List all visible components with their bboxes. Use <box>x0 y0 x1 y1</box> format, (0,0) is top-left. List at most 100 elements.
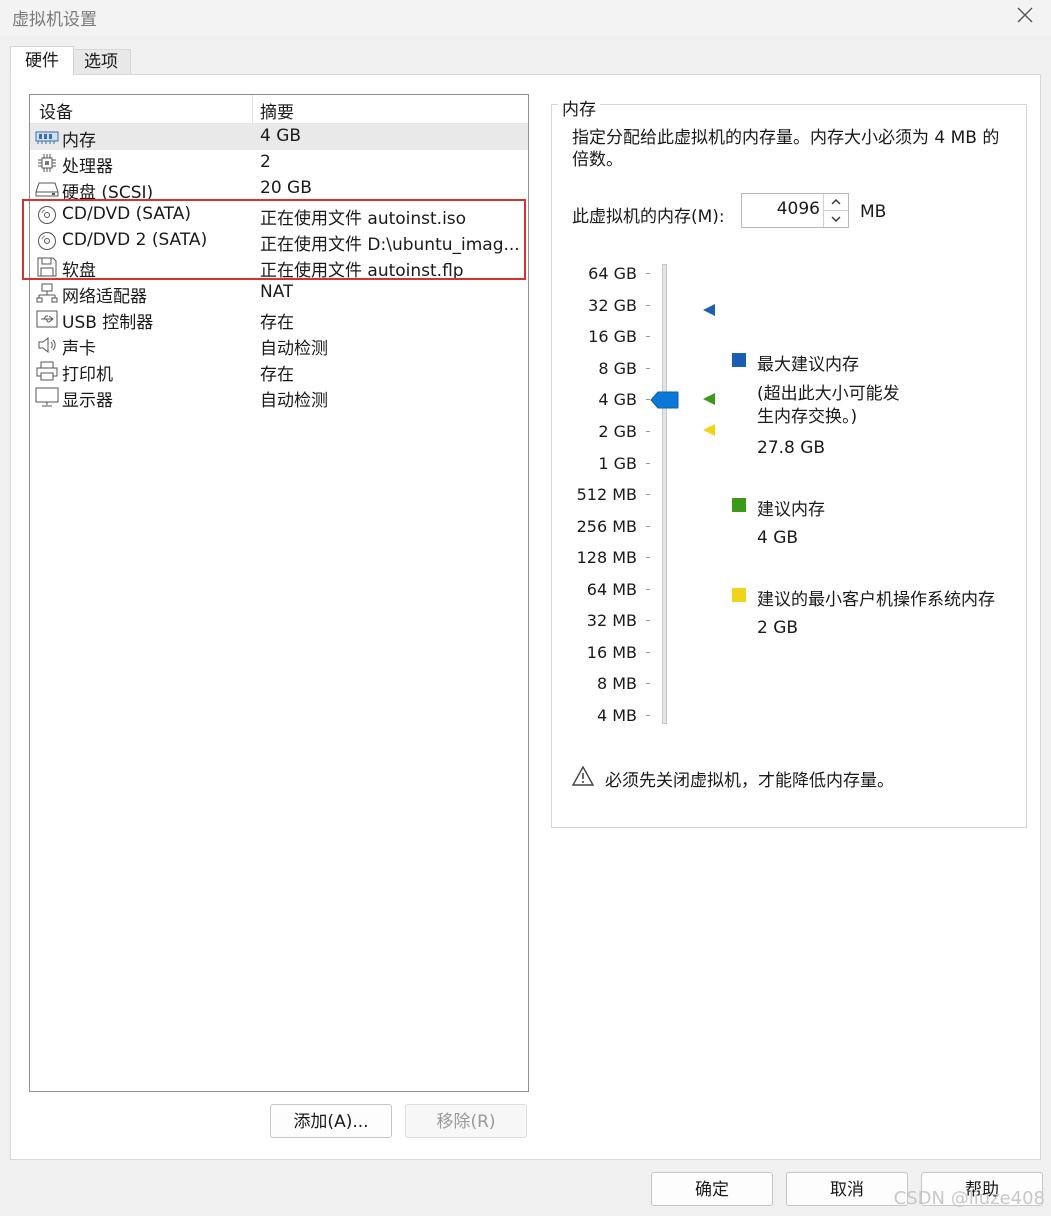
memory-value[interactable]: 4096 <box>777 199 820 219</box>
device-row-network-adapter[interactable]: 网络适配器 NAT <box>30 280 528 307</box>
legend-recommended-value: 4 GB <box>757 528 799 548</box>
scale-tick <box>646 652 650 653</box>
device-name: 显示器 <box>62 391 113 411</box>
scale-tick <box>646 431 650 432</box>
scale-label: 1 GB <box>598 454 637 473</box>
scale-tick <box>646 589 650 590</box>
warning-icon <box>571 765 595 791</box>
device-row-cd-dvd[interactable]: CD/DVD (SATA) 正在使用文件 autoinst.iso <box>30 202 528 229</box>
scale-label: 32 GB <box>588 296 637 315</box>
close-button[interactable] <box>1005 0 1045 30</box>
close-icon <box>1017 7 1033 23</box>
scale-tick <box>646 305 650 306</box>
memory-slider-thumb[interactable] <box>650 391 680 414</box>
device-row-hard-disk[interactable]: 硬盘 (SCSI) 20 GB <box>30 176 528 203</box>
device-summary: 存在 <box>260 313 294 333</box>
device-row-display[interactable]: 显示器 自动检测 <box>30 384 528 411</box>
device-summary: 正在使用文件 autoinst.iso <box>260 209 467 229</box>
legend-min-recommended-swatch <box>732 588 746 602</box>
floppy-icon <box>35 256 59 278</box>
scale-label: 4 GB <box>598 390 637 409</box>
ok-button[interactable]: 确定 <box>651 1172 773 1206</box>
device-summary: 自动检测 <box>260 391 328 411</box>
memory-warning-text: 必须先关闭虚拟机，才能降低内存量。 <box>605 771 894 791</box>
device-list[interactable]: 设备 摘要 内存 4 GB 处理器 2 硬盘 (SCSI) 20 GB CD/D… <box>29 94 529 1092</box>
chevron-up-icon <box>831 199 841 205</box>
scale-tick <box>646 557 650 558</box>
hard-disk-icon <box>35 178 59 200</box>
device-summary: NAT <box>260 282 294 302</box>
scale-label: 256 MB <box>576 517 637 536</box>
device-name: CD/DVD 2 (SATA) <box>62 230 208 250</box>
device-summary: 存在 <box>260 365 294 385</box>
device-summary: 自动检测 <box>260 339 328 359</box>
device-row-printer[interactable]: 打印机 存在 <box>30 358 528 385</box>
spin-up-button[interactable] <box>823 194 848 211</box>
legend-recommended-swatch <box>732 498 746 512</box>
memory-group-title: 内存 <box>558 95 600 120</box>
memory-slider-track[interactable] <box>662 264 667 724</box>
device-row-usb-controller[interactable]: USB 控制器 存在 <box>30 306 528 333</box>
scale-label: 4 MB <box>596 706 637 725</box>
tab-hardware[interactable]: 硬件 <box>10 46 74 75</box>
display-icon <box>35 386 59 408</box>
scale-label: 512 MB <box>576 485 637 504</box>
scale-tick <box>646 368 650 369</box>
device-name: 内存 <box>62 131 96 151</box>
legend-max-recommended-note: (超出此大小可能发生内存交换。) <box>757 384 900 427</box>
scale-tick <box>646 463 650 464</box>
printer-icon <box>35 360 59 382</box>
spin-down-button[interactable] <box>823 211 848 227</box>
device-row-cd-dvd-2[interactable]: CD/DVD 2 (SATA) 正在使用文件 D:\ubuntu_imag... <box>30 228 528 255</box>
sound-icon <box>35 334 59 356</box>
scale-label: 128 MB <box>576 548 637 567</box>
scale-label: 64 MB <box>586 580 637 599</box>
device-name: 硬盘 (SCSI) <box>62 183 154 203</box>
window-title: 虚拟机设置 <box>12 10 97 30</box>
device-name: 处理器 <box>62 157 113 177</box>
scale-tick <box>646 715 650 716</box>
memory-spinbox[interactable]: 4096 <box>741 193 849 228</box>
device-summary: 2 <box>260 152 271 172</box>
scale-tick <box>646 683 650 684</box>
device-summary: 正在使用文件 D:\ubuntu_imag... <box>260 235 520 255</box>
chevron-down-icon <box>831 216 841 222</box>
device-row-memory[interactable]: 内存 4 GB <box>30 124 528 151</box>
memory-description: 指定分配给此虚拟机的内存量。内存大小必须为 4 MB 的倍数。 <box>572 128 1000 170</box>
scale-label: 16 MB <box>586 643 637 662</box>
max-recommended-marker <box>702 302 716 322</box>
cd-dvd-icon <box>35 204 59 226</box>
device-row-sound-card[interactable]: 声卡 自动检测 <box>30 332 528 359</box>
watermark: CSDN @liuze408 <box>893 1188 1045 1209</box>
column-header-summary[interactable]: 摘要 <box>260 98 294 123</box>
min-recommended-marker <box>702 422 716 442</box>
recommended-marker <box>702 391 716 411</box>
legend-min-recommended-label: 建议的最小客户机操作系统内存 <box>757 590 995 610</box>
scale-label: 2 GB <box>598 422 637 441</box>
column-divider[interactable] <box>252 95 253 123</box>
remove-device-button[interactable]: 移除(R) <box>405 1104 527 1138</box>
scale-label: 64 GB <box>588 264 637 283</box>
memory-field-label: 此虚拟机的内存(M): <box>572 207 725 227</box>
processor-icon <box>35 152 59 174</box>
device-row-processor[interactable]: 处理器 2 <box>30 150 528 177</box>
tab-options[interactable]: 选项 <box>72 49 131 75</box>
device-row-floppy[interactable]: 软盘 正在使用文件 autoinst.flp <box>30 254 528 281</box>
scale-label: 16 GB <box>588 327 637 346</box>
device-rows: 内存 4 GB 处理器 2 硬盘 (SCSI) 20 GB CD/DVD (SA… <box>30 124 528 411</box>
cancel-button[interactable]: 取消 <box>786 1172 908 1206</box>
legend-recommended-label: 建议内存 <box>757 500 825 520</box>
device-summary: 4 GB <box>260 126 302 146</box>
legend-max-recommended-label: 最大建议内存 <box>757 355 859 375</box>
memory-unit: MB <box>860 202 887 222</box>
network-adapter-icon <box>35 282 59 304</box>
column-header-device[interactable]: 设备 <box>39 98 73 123</box>
device-name: 声卡 <box>62 339 96 359</box>
scale-tick <box>646 526 650 527</box>
device-summary: 正在使用文件 autoinst.flp <box>260 261 464 281</box>
legend-max-recommended-value: 27.8 GB <box>757 438 826 458</box>
add-device-button[interactable]: 添加(A)... <box>270 1104 392 1138</box>
list-header: 设备 摘要 <box>30 95 528 124</box>
scale-label: 8 MB <box>596 674 637 693</box>
scale-label: 8 GB <box>598 359 637 378</box>
